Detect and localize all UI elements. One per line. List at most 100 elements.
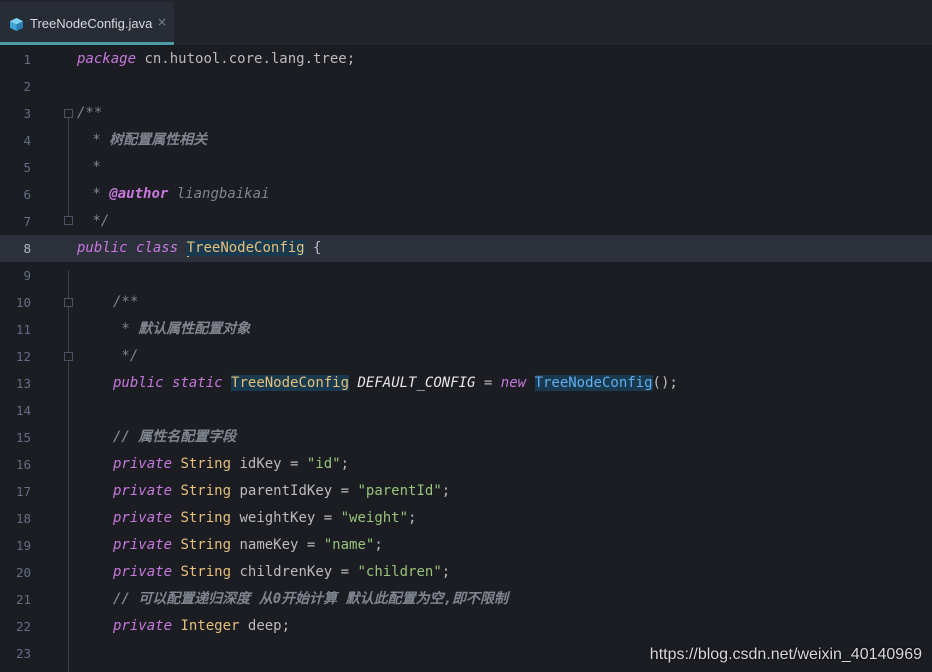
- code-editor[interactable]: TreeNodeConfig.java × 1 2 3 4 5 6 7 8 9 …: [0, 0, 932, 672]
- open-brace: {: [304, 240, 322, 256]
- keyword: static: [172, 375, 223, 391]
- fold-toggle-icon[interactable]: [64, 216, 73, 225]
- keyword: private: [113, 564, 173, 580]
- class-name: TreeNodeConfig: [186, 240, 305, 256]
- keyword: private: [113, 510, 173, 526]
- code-line-22: private Integer deep;: [113, 613, 290, 640]
- code-line-20: private String childrenKey = "children";: [113, 559, 450, 586]
- line-number: 22: [15, 619, 31, 634]
- call-end: ();: [652, 375, 678, 391]
- tab-close-icon[interactable]: ×: [157, 15, 167, 29]
- line-number: 18: [15, 511, 31, 526]
- code-line-8: public class TreeNodeConfig {: [77, 235, 321, 262]
- line-number: 10: [15, 295, 31, 310]
- string-literal: "parentId": [357, 483, 442, 499]
- code-line-21: // 可以配置递归深度 从0开始计算 默认此配置为空,即不限制: [113, 591, 508, 607]
- type-ref: String: [180, 564, 232, 580]
- semicolon: ;: [441, 564, 451, 580]
- line-number: 9: [23, 268, 31, 283]
- type-ref: String: [180, 537, 232, 553]
- line-number: 15: [15, 430, 31, 445]
- line-number: 7: [23, 214, 31, 229]
- code-line-10: /**: [113, 294, 139, 310]
- javadoc-tag: @author: [109, 186, 169, 202]
- line-number: 11: [15, 322, 31, 337]
- java-class-icon: [10, 18, 23, 31]
- keyword: public: [113, 375, 164, 391]
- type-ref: String: [180, 456, 232, 472]
- keyword: public: [77, 240, 128, 256]
- class-body-guide: [68, 270, 69, 672]
- field-decl: idKey =: [231, 456, 307, 472]
- line-number: 14: [15, 403, 31, 418]
- line-number: 16: [15, 457, 31, 472]
- constructor-ref: TreeNodeConfig: [534, 375, 653, 391]
- assign: =: [475, 375, 501, 391]
- code-line-13: public static TreeNodeConfig DEFAULT_CON…: [113, 370, 678, 397]
- line-number-current: 8: [23, 241, 31, 256]
- code-line-17: private String parentIdKey = "parentId";: [113, 478, 450, 505]
- keyword: new: [500, 375, 527, 391]
- semicolon: ;: [374, 537, 383, 553]
- keyword: class: [136, 240, 179, 256]
- code-line-12: */: [113, 348, 139, 364]
- fold-toggle-icon[interactable]: [64, 352, 73, 361]
- code-line-18: private String weightKey = "weight";: [113, 505, 416, 532]
- doc-comment-text: 树配置属性相关: [109, 132, 208, 148]
- fold-toggle-icon[interactable]: [64, 109, 73, 118]
- type-ref: TreeNodeConfig: [231, 375, 350, 391]
- tab-treenodeconfig[interactable]: TreeNodeConfig.java ×: [0, 2, 174, 45]
- line-number: 2: [23, 79, 31, 94]
- field-decl: weightKey =: [231, 510, 341, 526]
- code-line-16: private String idKey = "id";: [113, 451, 349, 478]
- line-number: 17: [15, 484, 31, 499]
- line-number-gutter[interactable]: 1 2 3 4 5 6 7 8 9 10 11 12 13 14 15 16 1…: [0, 46, 76, 672]
- line-number: 1: [23, 52, 31, 67]
- keyword: private: [113, 537, 173, 553]
- keyword: package: [77, 51, 137, 67]
- type-ref: Integer: [180, 618, 240, 634]
- code-line-6: * @author liangbaikai: [84, 181, 269, 208]
- type-ref: String: [180, 510, 232, 526]
- fold-toggle-icon[interactable]: [64, 298, 73, 307]
- line-number: 6: [23, 187, 31, 202]
- line-number: 19: [15, 538, 31, 553]
- semicolon: ;: [441, 483, 451, 499]
- tab-filename: TreeNodeConfig.java: [30, 16, 153, 31]
- keyword: private: [113, 456, 173, 472]
- line-number: 4: [23, 133, 31, 148]
- code-line-11: * 默认属性配置对象: [113, 316, 250, 343]
- code-line-7: */: [84, 213, 110, 229]
- line-number: 20: [15, 565, 31, 580]
- code-line-3: /**: [77, 105, 103, 121]
- line-number: 13: [15, 376, 31, 391]
- string-literal: "children": [357, 564, 442, 580]
- line-number: 12: [15, 349, 31, 364]
- field-decl: parentIdKey =: [231, 483, 358, 499]
- field-decl: deep;: [239, 618, 291, 634]
- code-line-5: *: [84, 159, 101, 175]
- line-number: 3: [23, 106, 31, 121]
- package-name: cn.hutool.core.lang.tree;: [136, 51, 356, 67]
- comment-star: *: [113, 321, 139, 337]
- keyword: private: [113, 618, 173, 634]
- code-line-1: package cn.hutool.core.lang.tree;: [77, 46, 355, 73]
- type-ref: String: [180, 483, 232, 499]
- semicolon: ;: [408, 510, 417, 526]
- line-number: 21: [15, 592, 31, 607]
- author-name: liangbaikai: [168, 186, 270, 202]
- watermark-url: https://blog.csdn.net/weixin_40140969: [649, 646, 922, 663]
- semicolon: ;: [340, 456, 350, 472]
- code-line-15: // 属性名配置字段: [113, 429, 237, 445]
- line-number: 5: [23, 160, 31, 175]
- string-literal: "name": [323, 537, 375, 553]
- code-line-4: * 树配置属性相关: [84, 127, 207, 154]
- fold-guide: [68, 116, 69, 216]
- line-number: 23: [15, 646, 31, 661]
- comment-star: *: [84, 132, 110, 148]
- constant-name: DEFAULT_CONFIG: [357, 375, 476, 391]
- field-decl: nameKey =: [231, 537, 324, 553]
- string-literal: "id": [306, 456, 341, 472]
- keyword: private: [113, 483, 173, 499]
- code-line-19: private String nameKey = "name";: [113, 532, 383, 559]
